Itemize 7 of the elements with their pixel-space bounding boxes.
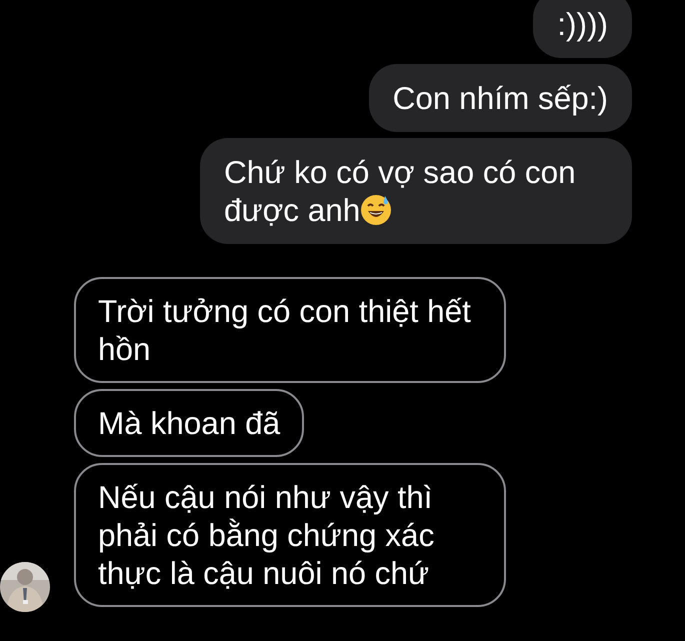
message-text: Con nhím sếp:): [392, 80, 608, 116]
message-text: Chứ ko có vợ sao có con được anh: [224, 154, 576, 228]
message-text: Nếu cậu nói như vậy thì phải có bằng chứng xác thực là cậu nuôi nó chứ: [98, 479, 434, 591]
message-text: Mà khoan đã: [98, 405, 280, 441]
message-text: :)))): [557, 6, 608, 42]
avatar[interactable]: [0, 562, 50, 612]
message-text: Trời tưởng có con thiệt hết hồn: [98, 293, 471, 367]
